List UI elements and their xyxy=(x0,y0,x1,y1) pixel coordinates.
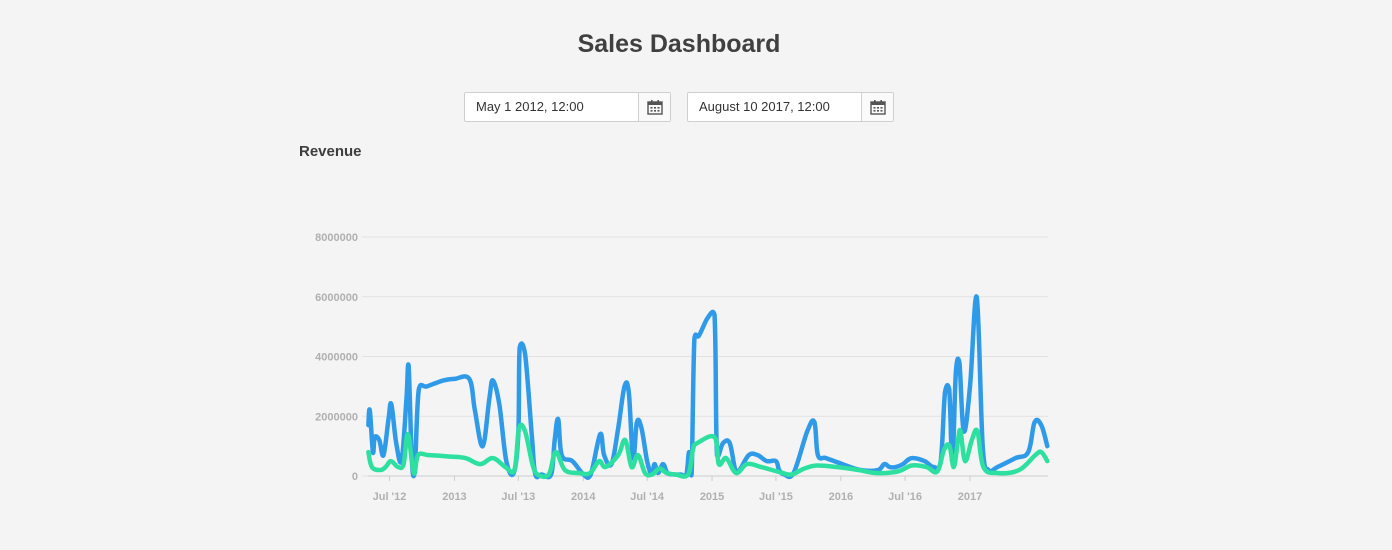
x-tick-label: Jul '15 xyxy=(759,491,793,503)
y-tick-label: 2000000 xyxy=(315,411,358,423)
y-tick-label: 6000000 xyxy=(315,292,358,304)
revenue-chart: 0 2000000 4000000 6000000 8000000 Jul '12 2013… xyxy=(315,232,1050,503)
x-tick-label: 2017 xyxy=(958,491,982,503)
x-tick-label: 2016 xyxy=(829,491,853,503)
x-tick-label: 2015 xyxy=(700,491,724,503)
y-tick-label: 8000000 xyxy=(315,232,358,244)
x-tick-label: 2013 xyxy=(442,491,466,503)
x-tick-label: Jul '12 xyxy=(373,491,407,503)
y-tick-label: 4000000 xyxy=(315,352,358,364)
x-tick-label: Jul '13 xyxy=(501,491,535,503)
y-tick-label: 0 xyxy=(352,471,358,483)
x-tick-label: 2014 xyxy=(571,491,596,503)
x-tick-label: Jul '14 xyxy=(630,491,665,503)
series-line-2 xyxy=(366,422,1050,480)
x-tick-label: Jul '16 xyxy=(888,491,922,503)
